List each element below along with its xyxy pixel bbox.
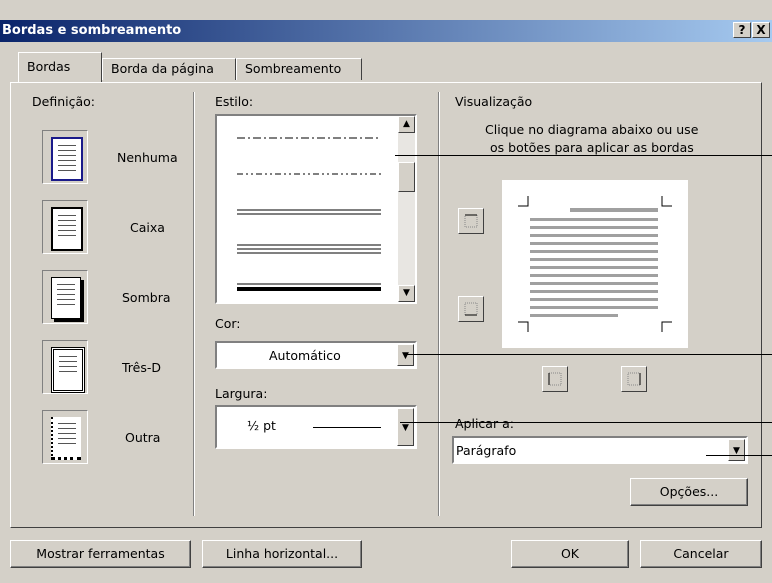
setting-shadow-button[interactable] (42, 270, 88, 324)
setting-custom-button[interactable] (42, 410, 88, 464)
top-border-button[interactable] (458, 208, 484, 234)
definicao-label: Definição: (32, 94, 95, 109)
page-none-icon (51, 137, 83, 181)
preview-hint-line2: os botões para aplicar as bordas (490, 140, 694, 155)
setting-3d-label[interactable]: Três-D (122, 360, 161, 375)
borders-dialog: Bordas e sombreamento ? X Bordas Borda d… (0, 0, 772, 583)
aplicar-label: Aplicar a: (455, 416, 514, 431)
setting-custom-label[interactable]: Outra (125, 430, 160, 445)
callout-line-color (405, 354, 772, 355)
help-button[interactable]: ? (733, 22, 751, 38)
bottom-border-button[interactable] (458, 296, 484, 322)
separator-left (193, 92, 195, 516)
scroll-thumb[interactable] (398, 162, 415, 192)
apply-to-dropdown[interactable]: Parágrafo ▼ (452, 436, 748, 464)
largura-label: Largura: (215, 386, 268, 401)
setting-box-button[interactable] (42, 200, 88, 254)
preview-hint-line1: Clique no diagrama abaixo ou use (485, 122, 699, 137)
setting-shadow-label[interactable]: Sombra (122, 290, 171, 305)
style-scrollbar[interactable]: ▲ ▼ (398, 116, 415, 302)
border-bottom-icon (464, 302, 478, 316)
setting-none-label[interactable]: Nenhuma (117, 150, 178, 165)
border-right-icon (627, 372, 641, 386)
right-border-button[interactable] (621, 366, 647, 392)
scroll-down-button[interactable]: ▼ (398, 285, 415, 302)
dialog-title: Bordas e sombreamento (2, 23, 182, 38)
show-toolbar-button[interactable]: Mostrar ferramentas (10, 540, 191, 568)
ok-button[interactable]: OK (511, 540, 629, 568)
style-listbox[interactable]: ▲ ▼ (215, 114, 417, 304)
options-button[interactable]: Opções... (630, 478, 748, 506)
page-3d-icon (51, 347, 85, 393)
setting-3d-button[interactable] (42, 340, 88, 394)
left-border-button[interactable] (542, 366, 568, 392)
callout-line-apply (706, 455, 772, 456)
preview-diagram-graphic (518, 196, 672, 332)
close-button[interactable]: X (752, 22, 770, 38)
border-left-icon (548, 372, 562, 386)
page-shadow-icon (51, 277, 81, 319)
scroll-up-button[interactable]: ▲ (398, 116, 415, 133)
width-dropdown[interactable]: ½ pt ▼ (215, 405, 417, 449)
page-box-icon (51, 207, 83, 251)
apply-to-dropdown-arrow[interactable]: ▼ (728, 439, 745, 461)
color-dropdown-arrow[interactable]: ▼ (397, 344, 414, 366)
border-top-icon (464, 214, 478, 228)
horizontal-line-button[interactable]: Linha horizontal... (202, 540, 362, 568)
page-custom-icon (51, 417, 81, 460)
apply-to-value: Parágrafo (456, 443, 517, 458)
tab-borda-da-pagina[interactable]: Borda da página (102, 58, 236, 80)
visualizacao-label: Visualização (455, 94, 533, 109)
tab-sombreamento[interactable]: Sombreamento (236, 58, 362, 80)
width-value: ½ pt (247, 418, 276, 433)
callout-line-width (400, 422, 772, 423)
cancel-button[interactable]: Cancelar (640, 540, 762, 568)
width-sample-line (313, 427, 381, 428)
estilo-label: Estilo: (215, 94, 254, 109)
color-dropdown[interactable]: Automático ▼ (215, 341, 417, 369)
setting-box-label[interactable]: Caixa (130, 220, 165, 235)
callout-line-style (395, 155, 772, 156)
color-value: Automático (269, 348, 341, 363)
tab-bordas[interactable]: Bordas (18, 52, 102, 82)
setting-none-button[interactable] (42, 130, 88, 184)
style-list-lines (237, 137, 381, 291)
title-bar[interactable]: Bordas e sombreamento ? X (0, 20, 772, 42)
cor-label: Cor: (215, 316, 241, 331)
width-dropdown-arrow[interactable]: ▼ (397, 408, 414, 446)
preview-diagram[interactable] (502, 180, 688, 348)
